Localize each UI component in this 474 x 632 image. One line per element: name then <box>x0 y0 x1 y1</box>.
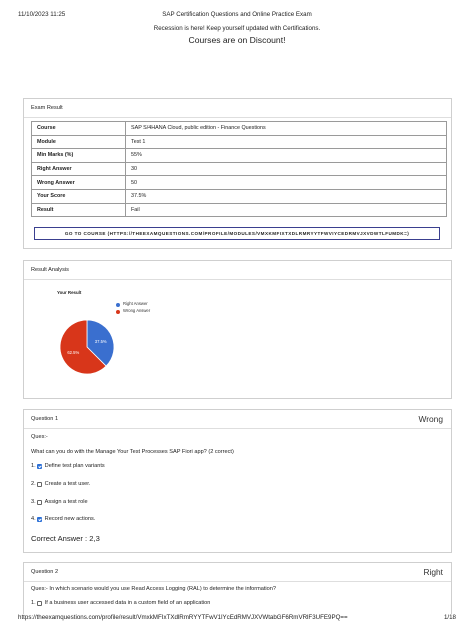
option-text: Define test plan variants <box>44 463 105 469</box>
question-1-option-4[interactable]: 4. Record new actions. <box>31 516 95 522</box>
question-2-result-badge: Right <box>423 567 443 577</box>
exam-result-heading: Exam Result <box>24 99 451 118</box>
option-text: Create a test user. <box>44 481 91 487</box>
row-label: Course <box>31 121 126 136</box>
page-number: 1/18 <box>443 614 456 621</box>
question-1-card: Question 1 Wrong Ques:- What can you do … <box>23 409 452 553</box>
question-2-heading: Question 2 Right <box>24 563 451 582</box>
legend-swatch-right <box>116 303 120 307</box>
table-row: Wrong Answer 50 <box>31 175 447 190</box>
row-value: 30 <box>125 161 447 177</box>
exam-result-table: Course SAP S/4HANA Cloud, public edition … <box>31 121 447 218</box>
question-2-card: Question 2 Right Ques:- In which scenari… <box>23 562 452 614</box>
row-value: SAP S/4HANA Cloud, public edition - Fina… <box>125 121 447 136</box>
question-1-option-3[interactable]: 3. Assign a test role <box>31 499 88 505</box>
question-2-title: Question 2 <box>31 569 59 575</box>
row-label: Min Marks (%) <box>31 148 126 163</box>
row-value: Test 1 <box>125 134 447 150</box>
row-value: 50 <box>125 175 447 190</box>
legend-item-wrong: Wrong Answer <box>116 307 151 314</box>
question-1-text: What can you do with the Manage Your Tes… <box>31 449 234 455</box>
discount-banner: Courses are on Discount! <box>188 35 286 45</box>
row-label: Your Score <box>31 188 126 204</box>
row-value: 37.5% <box>125 188 447 204</box>
chart-title: Your Result <box>57 290 82 295</box>
question-1-option-2[interactable]: 2. Create a test user. <box>31 481 90 487</box>
row-label: Wrong Answer <box>31 175 126 190</box>
option-number: 2. <box>31 481 36 487</box>
legend-swatch-wrong <box>116 309 120 314</box>
table-row: Module Test 1 <box>31 134 447 150</box>
checkbox-unchecked-icon[interactable] <box>36 600 42 606</box>
row-value: 55% <box>125 148 447 163</box>
table-row: Min Marks (%) 55% <box>31 148 447 163</box>
result-analysis-heading: Result Analysis <box>24 261 451 280</box>
question-1-ques-label: Ques:- <box>31 434 48 440</box>
table-row: Right Answer 30 <box>31 161 447 177</box>
question-2-option-1[interactable]: 1. If a business user accessed data in a… <box>31 600 210 606</box>
question-2-text: Ques:- In which scenario would you use R… <box>31 586 277 592</box>
chart-legend: Right Answer Wrong Answer <box>116 301 151 315</box>
row-label: Module <box>31 134 126 150</box>
option-text: Record new actions. <box>44 516 96 522</box>
option-text: If a business user accessed data in a cu… <box>44 600 211 606</box>
go-to-course-button[interactable]: GO TO COURSE (HTTPS://THEEXAMQUESTIONS.C… <box>34 227 440 240</box>
checkbox-checked-icon[interactable] <box>36 516 42 522</box>
legend-item-right: Right Answer <box>116 301 150 307</box>
legend-label-wrong: Wrong Answer <box>123 307 151 313</box>
option-number: 1. <box>31 463 36 469</box>
pie-chart: 37.5% 62.5% <box>59 319 115 375</box>
page-url: https://theexamquestions.com/profile/res… <box>18 614 348 621</box>
table-row: Your Score 37.5% <box>31 188 447 204</box>
question-1-option-1[interactable]: 1. Define test plan variants <box>31 463 105 469</box>
checkbox-checked-icon[interactable] <box>36 463 42 469</box>
option-number: 4. <box>31 516 36 522</box>
option-number: 3. <box>31 499 36 505</box>
row-label: Right Answer <box>31 161 126 177</box>
question-1-result-badge: Wrong <box>418 414 443 424</box>
question-1-title: Question 1 <box>31 416 59 422</box>
recession-notice: Recession is here! Keep yourself updated… <box>153 25 321 32</box>
question-1-heading: Question 1 Wrong <box>24 410 451 429</box>
row-value: Fail <box>125 202 447 218</box>
pie-data-label-wrong: 62.5% <box>67 350 79 355</box>
question-1-correct-answer: Correct Answer : 2,3 <box>31 534 100 543</box>
table-row: Result Fail <box>31 202 447 218</box>
table-row: Course SAP S/4HANA Cloud, public edition … <box>31 121 447 136</box>
pie-data-label-right: 37.5% <box>95 339 107 344</box>
option-number: 1. <box>31 600 36 606</box>
checkbox-unchecked-icon[interactable] <box>36 481 42 487</box>
exam-result-card: Exam Result Course SAP S/4HANA Cloud, pub… <box>23 98 452 249</box>
result-analysis-card: Result Analysis Your Result 37.5% 62.5% R… <box>23 260 452 399</box>
legend-label-right: Right Answer <box>123 301 148 306</box>
page-title: SAP Certification Questions and Online P… <box>162 11 312 18</box>
checkbox-unchecked-icon[interactable] <box>36 499 42 505</box>
option-text: Assign a test role <box>44 499 88 505</box>
row-label: Result <box>31 202 126 218</box>
